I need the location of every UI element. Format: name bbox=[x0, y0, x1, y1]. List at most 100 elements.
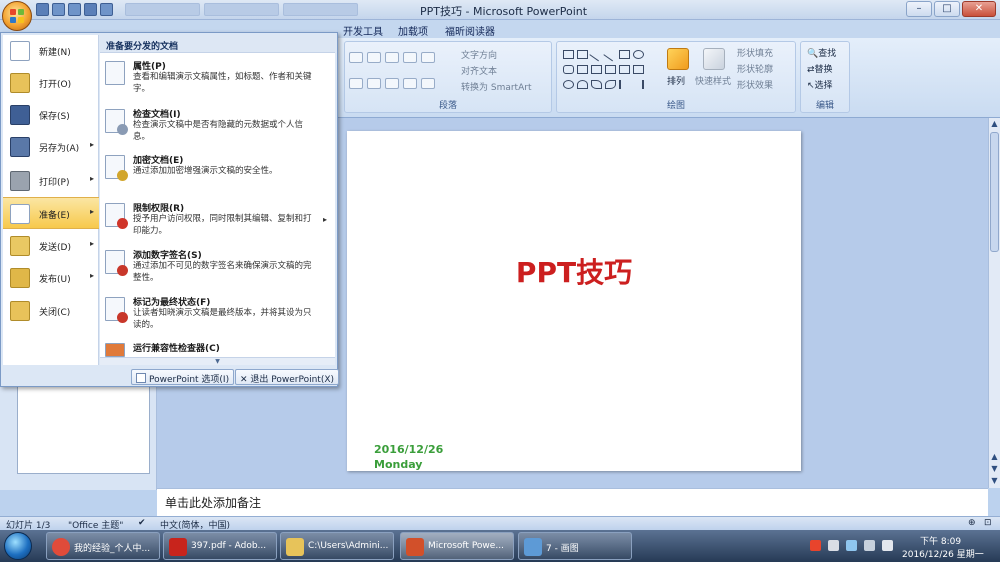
line-spacing-icon[interactable] bbox=[421, 52, 435, 63]
clock-time[interactable]: 下午 8:09 bbox=[920, 534, 961, 547]
columns-icon[interactable] bbox=[421, 78, 435, 89]
prepare-add-digital-signature[interactable]: 添加数字签名(S) 通过添加不可见的数字签名来确保演示文稿的完整性。 bbox=[100, 248, 335, 288]
maximize-button[interactable]: □ bbox=[934, 1, 960, 17]
align-text-button[interactable]: 对齐文本 bbox=[461, 64, 497, 77]
right-brace-icon[interactable] bbox=[633, 80, 644, 89]
submenu-scroll-down-icon[interactable]: ▼ bbox=[100, 357, 335, 365]
keyboard-icon[interactable] bbox=[828, 540, 839, 551]
print-preview-icon[interactable] bbox=[84, 3, 97, 16]
exit-powerpoint-button[interactable]: ✕ 退出 PowerPoint(X) bbox=[235, 369, 340, 385]
prepare-properties[interactable]: 属性(P) 查看和编辑演示文稿属性，如标题、作者和关键字。 bbox=[100, 59, 335, 99]
save-icon[interactable] bbox=[36, 3, 49, 16]
slide-title[interactable]: PPT技巧 bbox=[347, 251, 801, 291]
increase-indent-icon[interactable] bbox=[403, 52, 417, 63]
line-shape-icon[interactable] bbox=[589, 47, 604, 62]
text-direction-button[interactable]: 文字方向 bbox=[461, 48, 497, 61]
quick-styles-button[interactable]: 快速样式 bbox=[695, 74, 731, 87]
down-arrow-shape-icon[interactable] bbox=[633, 65, 644, 74]
freeform-shape-icon[interactable] bbox=[591, 80, 602, 89]
quick-styles-icon[interactable] bbox=[703, 48, 725, 70]
taskbar-button-chrome[interactable]: 我的经验_个人中... bbox=[46, 532, 160, 560]
decrease-indent-icon[interactable] bbox=[385, 52, 399, 63]
slide-date[interactable]: 2016/12/26 bbox=[374, 443, 443, 456]
curve-shape-icon[interactable] bbox=[577, 80, 588, 89]
arrange-icon[interactable] bbox=[667, 48, 689, 70]
bullets-icon[interactable] bbox=[349, 52, 363, 63]
triangle-shape-icon[interactable] bbox=[577, 65, 588, 74]
minimize-button[interactable]: – bbox=[906, 1, 932, 17]
prepare-encrypt-document[interactable]: 加密文档(E) 通过添加加密增强演示文稿的安全性。 bbox=[100, 153, 335, 187]
taskbar-button-explorer[interactable]: C:\Users\Admini... bbox=[280, 532, 394, 560]
menu-item-close[interactable]: 关闭(C) bbox=[3, 295, 99, 327]
slide-day[interactable]: Monday bbox=[374, 458, 422, 471]
office-button[interactable] bbox=[2, 1, 32, 31]
zoom-in-icon[interactable]: ⊕ bbox=[968, 518, 976, 528]
fit-slide-icon[interactable]: ⊡ bbox=[984, 518, 992, 528]
menu-item-prepare[interactable]: 准备(E) ▸ bbox=[3, 197, 99, 229]
prepare-mark-as-final[interactable]: 标记为最终状态(F) 让读者知晓演示文稿是最终版本，并将其设为只读的。 bbox=[100, 295, 335, 335]
taskbar-button-paint[interactable]: 7 - 画图 bbox=[518, 532, 632, 560]
shape-outline-button[interactable]: 形状轮廓 bbox=[737, 62, 773, 75]
rounded-rect-shape-icon[interactable] bbox=[563, 65, 574, 74]
taskbar-button-pdf[interactable]: 397.pdf - Adob... bbox=[163, 532, 277, 560]
tab-addins[interactable]: 加载项 bbox=[398, 23, 428, 38]
menu-item-save[interactable]: 保存(S) bbox=[3, 99, 99, 131]
align-center-icon[interactable] bbox=[367, 78, 381, 89]
find-button[interactable]: 🔍查找 bbox=[807, 46, 836, 59]
convert-smartart-button[interactable]: 转换为 SmartArt bbox=[461, 80, 531, 93]
shape-fill-button[interactable]: 形状填充 bbox=[737, 46, 773, 59]
elbow-connector-icon[interactable] bbox=[591, 65, 602, 74]
vertical-scrollbar[interactable]: ▲ ▲ ▼ ▼ bbox=[988, 118, 1000, 488]
select-button[interactable]: ↖选择 bbox=[807, 78, 833, 91]
align-right-icon[interactable] bbox=[385, 78, 399, 89]
next-slide-icon[interactable]: ▼ bbox=[989, 464, 1000, 473]
menu-item-save-as[interactable]: 另存为(A) ▸ bbox=[3, 131, 99, 163]
spell-check-icon[interactable]: ✔ bbox=[138, 518, 146, 528]
right-arrow-shape-icon[interactable] bbox=[619, 65, 630, 74]
undo-icon[interactable] bbox=[52, 3, 65, 16]
align-left-icon[interactable] bbox=[349, 78, 363, 89]
ime-icon[interactable] bbox=[810, 540, 821, 551]
textbox-shape-icon[interactable] bbox=[577, 50, 588, 59]
scribble-shape-icon[interactable] bbox=[605, 80, 616, 89]
customize-toolbar-icon[interactable] bbox=[100, 3, 113, 16]
menu-item-publish[interactable]: 发布(U) ▸ bbox=[3, 262, 99, 294]
previous-slide-icon[interactable]: ▲ bbox=[989, 452, 1000, 461]
slide[interactable]: PPT技巧 2016/12/26 Monday bbox=[347, 131, 801, 471]
circle-shape-icon[interactable] bbox=[563, 80, 574, 89]
prepare-inspect-document[interactable]: 检查文档(I) 检查演示文稿中是否有隐藏的元数据或个人信息。 bbox=[100, 107, 335, 147]
close-button[interactable]: ✕ bbox=[962, 1, 996, 17]
arrange-button[interactable]: 排列 bbox=[667, 74, 685, 87]
prepare-restrict-permission[interactable]: 限制权限(R) 授予用户访问权限，同时限制其编辑、复制和打印能力。 ▸ bbox=[100, 201, 335, 241]
shape-effects-button[interactable]: 形状效果 bbox=[737, 78, 773, 91]
tab-developer[interactable]: 开发工具 bbox=[343, 23, 383, 38]
replace-button[interactable]: ⇄替换 bbox=[807, 62, 833, 75]
arrow-line-shape-icon[interactable] bbox=[603, 47, 618, 62]
notes-pane[interactable]: 单击此处添加备注 bbox=[157, 488, 988, 516]
scroll-up-icon[interactable]: ▲ bbox=[989, 119, 1000, 128]
volume-icon[interactable] bbox=[882, 540, 893, 551]
justify-icon[interactable] bbox=[403, 78, 417, 89]
prepare-compatibility-checker[interactable]: 运行兼容性检查器(C) bbox=[100, 341, 335, 357]
square-shape-icon[interactable] bbox=[619, 50, 630, 59]
left-brace-icon[interactable] bbox=[619, 80, 630, 89]
numbering-icon[interactable] bbox=[367, 52, 381, 63]
settings-icon[interactable] bbox=[846, 540, 857, 551]
taskbar-button-powerpoint[interactable]: Microsoft Powe... bbox=[400, 532, 514, 560]
menu-item-new[interactable]: 新建(N) bbox=[3, 35, 99, 67]
menu-item-send[interactable]: 发送(D) ▸ bbox=[3, 230, 99, 262]
scroll-down-icon[interactable]: ▼ bbox=[989, 476, 1000, 485]
rectangle-shape-icon[interactable] bbox=[563, 50, 574, 59]
tab-foxit-reader[interactable]: 福昕阅读器 bbox=[445, 23, 495, 38]
menu-item-open[interactable]: 打开(O) bbox=[3, 67, 99, 99]
menu-item-print[interactable]: 打印(P) ▸ bbox=[3, 165, 99, 197]
elbow-arrow-icon[interactable] bbox=[605, 65, 616, 74]
redo-icon[interactable] bbox=[68, 3, 81, 16]
network-icon[interactable] bbox=[864, 540, 875, 551]
powerpoint-options-button[interactable]: PowerPoint 选项(I) bbox=[131, 369, 235, 385]
scroll-thumb[interactable] bbox=[990, 132, 999, 252]
start-button[interactable] bbox=[4, 532, 32, 560]
clock-date[interactable]: 2016/12/26 星期一 bbox=[902, 547, 984, 560]
oval-shape-icon[interactable] bbox=[633, 50, 644, 59]
slide-thumbnail[interactable] bbox=[17, 386, 150, 474]
